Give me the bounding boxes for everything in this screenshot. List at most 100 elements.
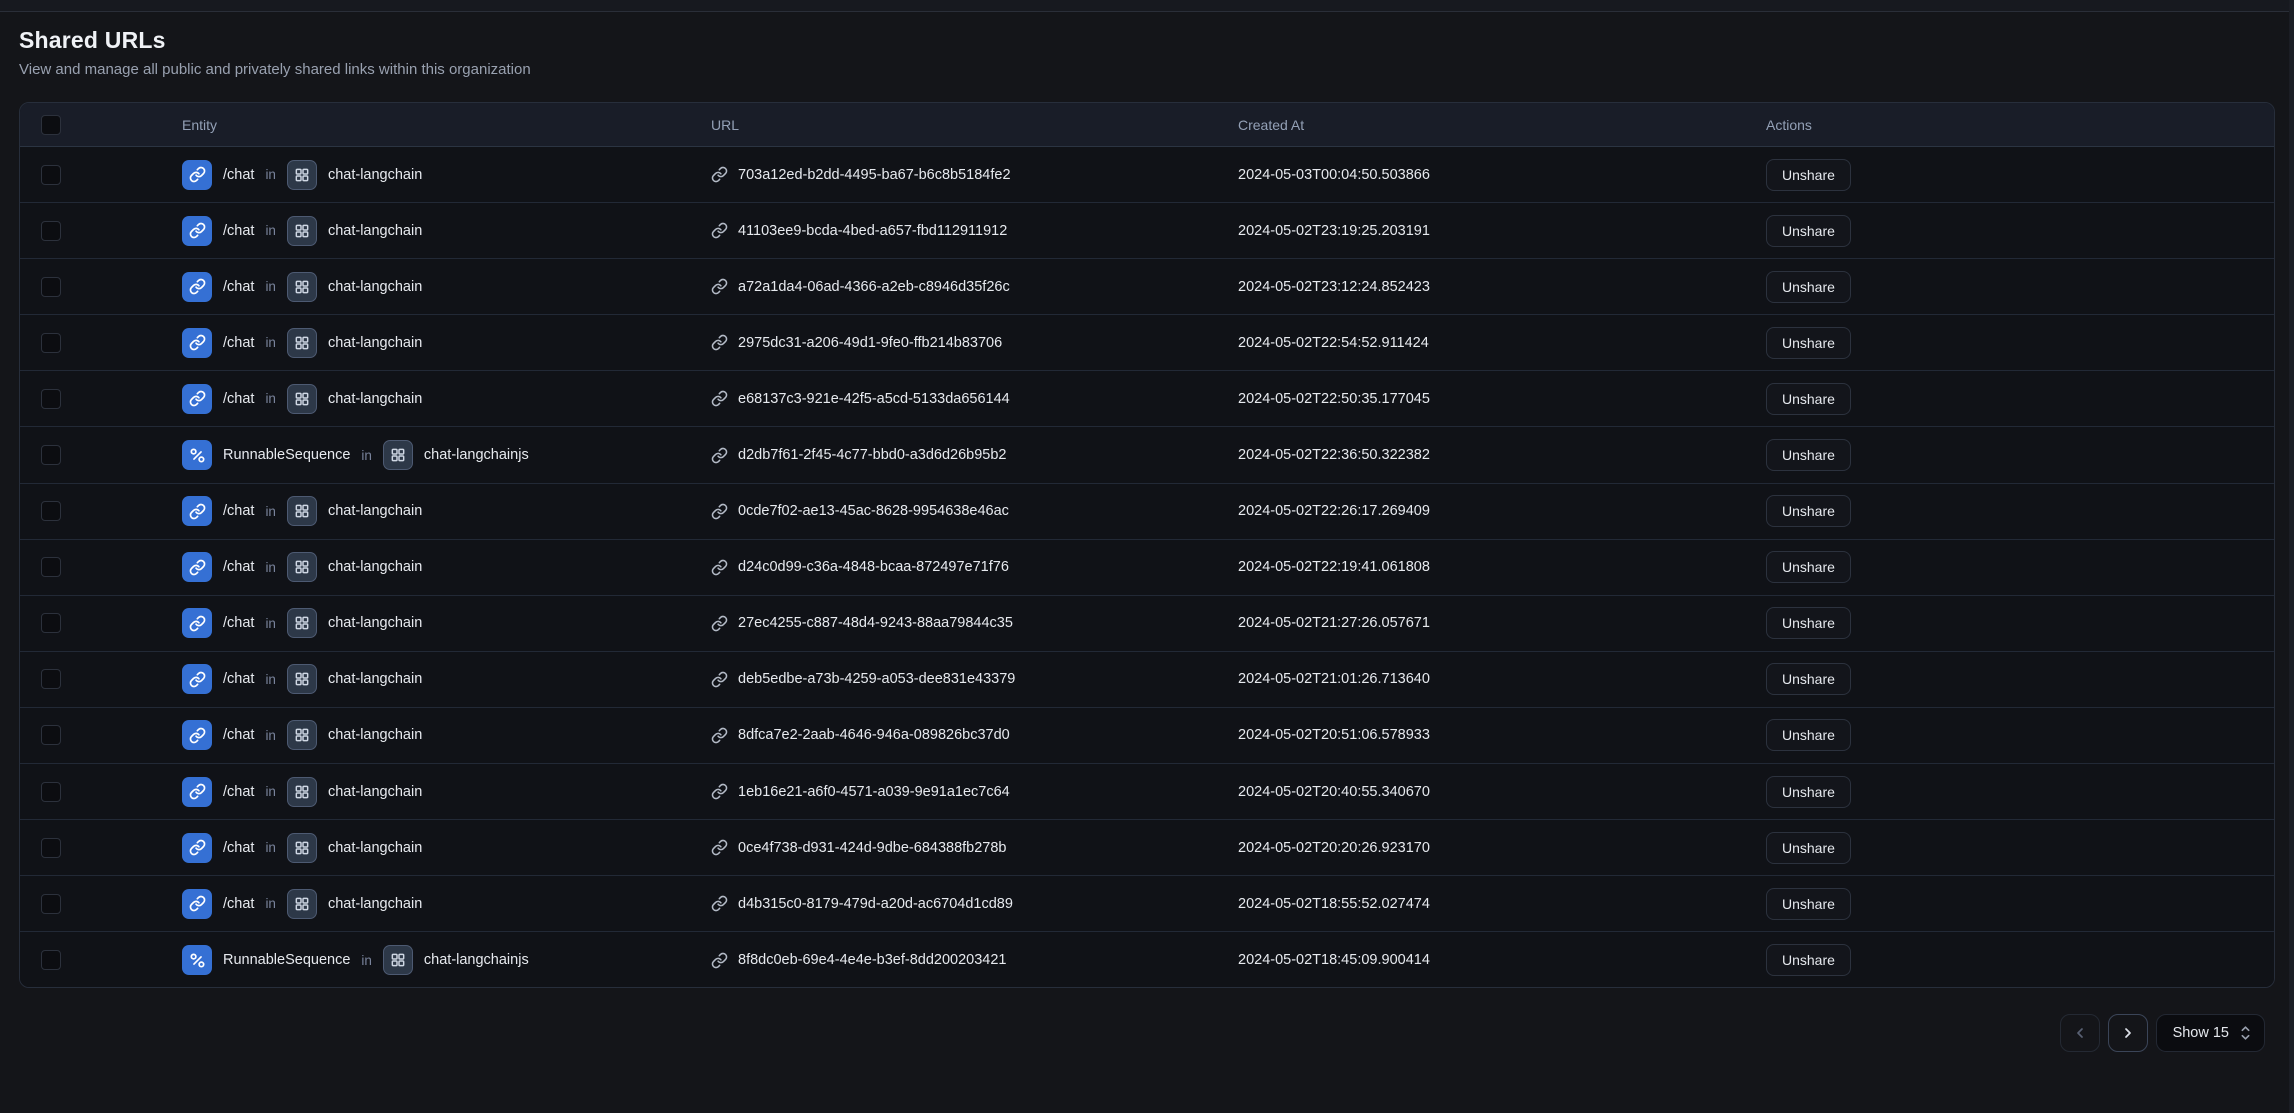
url-cell: 0ce4f738-d931-424d-9dbe-684388fb278b bbox=[711, 839, 1238, 856]
unshare-button[interactable]: Unshare bbox=[1766, 607, 1851, 639]
row-checkbox[interactable] bbox=[41, 165, 61, 185]
actions-cell: Unshare bbox=[1766, 271, 2274, 303]
row-checkbox[interactable] bbox=[41, 669, 61, 689]
shared-url-id[interactable]: 27ec4255-c887-48d4-9243-88aa79844c35 bbox=[738, 615, 1013, 631]
shared-url-id[interactable]: 8f8dc0eb-69e4-4e4e-b3ef-8dd200203421 bbox=[738, 952, 1006, 968]
project-name: chat-langchain bbox=[328, 784, 422, 800]
unshare-button[interactable]: Unshare bbox=[1766, 439, 1851, 471]
shared-url-id[interactable]: 41103ee9-bcda-4bed-a657-fbd112911912 bbox=[738, 223, 1007, 239]
project-name: chat-langchainjs bbox=[424, 952, 529, 968]
row-checkbox[interactable] bbox=[41, 725, 61, 745]
shared-url-id[interactable]: 2975dc31-a206-49d1-9fe0-ffb214b83706 bbox=[738, 335, 1002, 351]
url-link-icon bbox=[711, 839, 728, 856]
project-name: chat-langchainjs bbox=[424, 447, 529, 463]
url-link-icon bbox=[711, 278, 728, 295]
entity-name: /chat bbox=[223, 223, 254, 239]
shared-url-id[interactable]: 0ce4f738-d931-424d-9dbe-684388fb278b bbox=[738, 840, 1006, 856]
url-link-icon bbox=[711, 895, 728, 912]
row-checkbox[interactable] bbox=[41, 782, 61, 802]
project-badge bbox=[287, 496, 317, 526]
unshare-button[interactable]: Unshare bbox=[1766, 271, 1851, 303]
url-link-icon bbox=[711, 222, 728, 239]
row-checkbox-cell bbox=[20, 613, 182, 633]
unshare-button[interactable]: Unshare bbox=[1766, 832, 1851, 864]
previous-page-button[interactable] bbox=[2060, 1014, 2100, 1052]
entity-type-badge bbox=[182, 384, 212, 414]
row-checkbox[interactable] bbox=[41, 950, 61, 970]
actions-cell: Unshare bbox=[1766, 944, 2274, 976]
unshare-button[interactable]: Unshare bbox=[1766, 663, 1851, 695]
chevron-left-icon bbox=[2072, 1025, 2088, 1041]
pagination: Show 15 bbox=[2060, 1014, 2265, 1052]
shared-url-id[interactable]: a72a1da4-06ad-4366-a2eb-c8946d35f26c bbox=[738, 279, 1010, 295]
unshare-button[interactable]: Unshare bbox=[1766, 327, 1851, 359]
project-badge bbox=[287, 833, 317, 863]
unshare-button[interactable]: Unshare bbox=[1766, 495, 1851, 527]
table-row: RunnableSequence in chat-langchainjs d2d… bbox=[20, 427, 2274, 483]
table-header-row: Entity URL Created At Actions bbox=[20, 103, 2274, 147]
link-icon bbox=[189, 895, 206, 912]
row-checkbox[interactable] bbox=[41, 445, 61, 465]
unshare-button[interactable]: Unshare bbox=[1766, 719, 1851, 751]
select-all-checkbox[interactable] bbox=[41, 115, 61, 135]
shared-url-id[interactable]: 0cde7f02-ae13-45ac-8628-9954638e46ac bbox=[738, 503, 1009, 519]
row-checkbox[interactable] bbox=[41, 333, 61, 353]
shared-url-id[interactable]: 703a12ed-b2dd-4495-ba67-b6c8b5184fe2 bbox=[738, 167, 1011, 183]
sequence-icon bbox=[189, 952, 206, 969]
sequence-icon bbox=[189, 447, 206, 464]
table-row: /chat in chat-langchain deb5edbe-a73b-42… bbox=[20, 652, 2274, 708]
grid-icon bbox=[294, 615, 310, 631]
row-checkbox[interactable] bbox=[41, 613, 61, 633]
entity-name: /chat bbox=[223, 279, 254, 295]
shared-url-id[interactable]: d4b315c0-8179-479d-a20d-ac6704d1cd89 bbox=[738, 896, 1013, 912]
shared-url-id[interactable]: 8dfca7e2-2aab-4646-946a-089826bc37d0 bbox=[738, 727, 1010, 743]
url-cell: d4b315c0-8179-479d-a20d-ac6704d1cd89 bbox=[711, 895, 1238, 912]
actions-cell: Unshare bbox=[1766, 888, 2274, 920]
row-checkbox-cell bbox=[20, 389, 182, 409]
unshare-button[interactable]: Unshare bbox=[1766, 776, 1851, 808]
row-checkbox-cell bbox=[20, 838, 182, 858]
entity-cell: /chat in chat-langchain bbox=[182, 272, 711, 302]
shared-url-id[interactable]: d24c0d99-c36a-4848-bcaa-872497e71f76 bbox=[738, 559, 1009, 575]
row-checkbox[interactable] bbox=[41, 221, 61, 241]
url-link-icon bbox=[711, 615, 728, 632]
shared-url-id[interactable]: e68137c3-921e-42f5-a5cd-5133da656144 bbox=[738, 391, 1010, 407]
in-label: in bbox=[265, 672, 276, 687]
row-checkbox[interactable] bbox=[41, 894, 61, 914]
unshare-button[interactable]: Unshare bbox=[1766, 159, 1851, 191]
url-cell: 27ec4255-c887-48d4-9243-88aa79844c35 bbox=[711, 615, 1238, 632]
unshare-button[interactable]: Unshare bbox=[1766, 551, 1851, 583]
entity-type-badge bbox=[182, 272, 212, 302]
entity-cell: /chat in chat-langchain bbox=[182, 664, 711, 694]
shared-url-id[interactable]: deb5edbe-a73b-4259-a053-dee831e43379 bbox=[738, 671, 1015, 687]
row-checkbox[interactable] bbox=[41, 838, 61, 858]
url-cell: 41103ee9-bcda-4bed-a657-fbd112911912 bbox=[711, 222, 1238, 239]
created-at: 2024-05-02T23:12:24.852423 bbox=[1238, 279, 1766, 295]
project-badge bbox=[287, 552, 317, 582]
shared-url-id[interactable]: 1eb16e21-a6f0-4571-a039-9e91a1ec7c64 bbox=[738, 784, 1010, 800]
unshare-button[interactable]: Unshare bbox=[1766, 383, 1851, 415]
row-checkbox[interactable] bbox=[41, 389, 61, 409]
next-page-button[interactable] bbox=[2108, 1014, 2148, 1052]
entity-cell: /chat in chat-langchain bbox=[182, 160, 711, 190]
link-icon bbox=[189, 727, 206, 744]
row-checkbox[interactable] bbox=[41, 277, 61, 297]
unshare-button[interactable]: Unshare bbox=[1766, 944, 1851, 976]
unshare-button[interactable]: Unshare bbox=[1766, 215, 1851, 247]
row-checkbox[interactable] bbox=[41, 557, 61, 577]
page-size-select[interactable]: Show 15 bbox=[2156, 1014, 2265, 1052]
entity-type-badge bbox=[182, 608, 212, 638]
actions-cell: Unshare bbox=[1766, 159, 2274, 191]
unshare-button[interactable]: Unshare bbox=[1766, 888, 1851, 920]
shared-url-id[interactable]: d2db7f61-2f45-4c77-bbd0-a3d6d26b95b2 bbox=[738, 447, 1006, 463]
created-at: 2024-05-03T00:04:50.503866 bbox=[1238, 167, 1766, 183]
url-link-icon bbox=[711, 783, 728, 800]
entity-name: /chat bbox=[223, 671, 254, 687]
entity-name: /chat bbox=[223, 335, 254, 351]
grid-icon bbox=[294, 896, 310, 912]
created-at: 2024-05-02T22:26:17.269409 bbox=[1238, 503, 1766, 519]
row-checkbox[interactable] bbox=[41, 501, 61, 521]
scrollbar-track[interactable] bbox=[2289, 0, 2294, 1113]
project-name: chat-langchain bbox=[328, 615, 422, 631]
table-row: /chat in chat-langchain 41103ee9-bcda-4b… bbox=[20, 203, 2274, 259]
